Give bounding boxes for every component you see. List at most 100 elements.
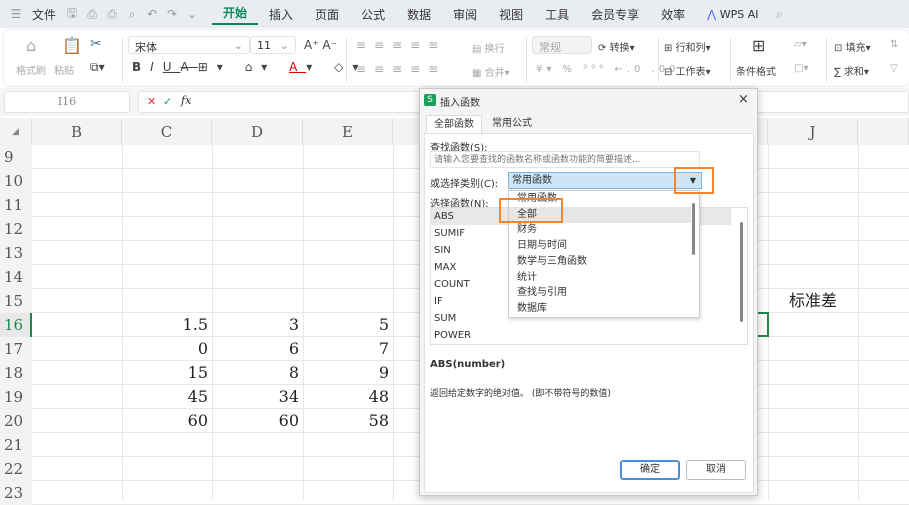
column-header-c[interactable]: C (122, 118, 212, 145)
cell-e20[interactable]: 58 (303, 409, 393, 433)
function-list-scrollbar[interactable] (740, 222, 743, 322)
cell-j15[interactable]: 标准差 (768, 289, 858, 313)
file-menu[interactable]: 文件 (26, 6, 62, 23)
cell-e16[interactable]: 5 (303, 313, 393, 337)
save-icon[interactable]: 🖫 (62, 4, 82, 25)
preview-icon[interactable]: ⌕ (122, 7, 142, 22)
category-option[interactable]: 日期与时间 (509, 238, 691, 254)
format-painter-button[interactable]: 格式刷 (16, 62, 46, 77)
category-option[interactable]: 数据库 (509, 301, 691, 317)
row-header-23[interactable]: 23 (0, 481, 32, 505)
worksheet-button[interactable]: ⊟ 工作表▾ (664, 63, 711, 78)
font-style-buttons[interactable]: BIUA⊞▾ ⌂▾ A▾ ◇▾ (132, 60, 367, 74)
cond-format-icon[interactable]: ⊞ (752, 36, 765, 55)
cell-d19[interactable]: 34 (212, 385, 303, 409)
paste-icon[interactable]: 📋 (62, 36, 82, 55)
category-option[interactable]: 查找与引用 (509, 285, 691, 301)
cell-d17[interactable]: 6 (212, 337, 303, 361)
row-header-13[interactable]: 13 (0, 241, 32, 265)
function-item[interactable]: POWER (431, 327, 731, 344)
convert-button[interactable]: ⟳ 转换▾ (598, 39, 635, 54)
cell-style-icon[interactable]: ▱▾ (794, 39, 807, 50)
cancel-icon[interactable]: ✕ (147, 95, 156, 108)
cut-icon[interactable]: ✂ (90, 36, 102, 52)
cell-d18[interactable]: 8 (212, 361, 303, 385)
rows-cols-button[interactable]: ⊞ 行和列▾ (664, 39, 711, 54)
filter-icon[interactable]: ▽ (890, 63, 898, 74)
cell-e19[interactable]: 48 (303, 385, 393, 409)
column-header-k[interactable] (858, 118, 909, 145)
row-header-21[interactable]: 21 (0, 433, 32, 457)
export-icon[interactable]: ⎙ (82, 7, 102, 22)
row-header-9[interactable]: 9 (0, 145, 32, 169)
cell-c19[interactable]: 45 (122, 385, 212, 409)
cell-d20[interactable]: 60 (212, 409, 303, 433)
align-icons-2[interactable]: ≡≡≡≡≡ (356, 62, 446, 76)
tab-home[interactable]: 开始 (212, 4, 259, 25)
cell-c20[interactable]: 60 (122, 409, 212, 433)
row-header-14[interactable]: 14 (0, 265, 32, 289)
fx-icon[interactable]: fx (181, 94, 191, 107)
close-icon[interactable]: × (738, 92, 749, 107)
font-size-select[interactable]: 11 ⌄ (250, 36, 296, 54)
row-header-19[interactable]: 19 (0, 385, 32, 409)
wrap-button[interactable]: ▤ 换行 (472, 40, 505, 55)
format-painter-icon[interactable]: ⌂ (26, 36, 36, 55)
fill-button[interactable]: ⊡ 填充▾ (834, 39, 871, 54)
row-header-16[interactable]: 16 (0, 313, 32, 337)
print-icon[interactable]: ⎙ (102, 7, 122, 22)
number-format-select[interactable]: 常规 (532, 36, 592, 54)
row-header-18[interactable]: 18 (0, 361, 32, 385)
undo-icon[interactable]: ↶ (142, 7, 162, 21)
cell-c18[interactable]: 15 (122, 361, 212, 385)
redo-icon[interactable]: ↷ (162, 7, 182, 21)
cell-d16[interactable]: 3 (212, 313, 303, 337)
font-color-icon[interactable]: A (289, 60, 306, 74)
category-select[interactable]: 常用函数 ▼ (508, 172, 702, 189)
row-header-20[interactable]: 20 (0, 409, 32, 433)
row-header-12[interactable]: 12 (0, 217, 32, 241)
tab-member[interactable]: 会员专享 (580, 6, 650, 23)
category-option[interactable]: 财务 (509, 222, 691, 238)
align-icons[interactable]: ≡≡≡≡≡ (356, 38, 446, 52)
row-header-11[interactable]: 11 (0, 193, 32, 217)
category-option[interactable]: 数学与三角函数 (509, 254, 691, 270)
column-header-j[interactable]: J (768, 118, 858, 145)
sort-icon[interactable]: ⇅ (890, 39, 898, 50)
tab-view[interactable]: 视图 (488, 6, 534, 23)
border-icon[interactable]: □▾ (794, 63, 808, 74)
cell-c16[interactable]: 1.5 (122, 313, 212, 337)
tab-efficiency[interactable]: 效率 (650, 6, 696, 23)
tab-all-functions[interactable]: 全部函数 (426, 115, 482, 133)
tab-formula[interactable]: 公式 (350, 6, 396, 23)
select-all-corner[interactable]: ◢ (0, 118, 32, 145)
wps-ai-button[interactable]: ⋀ WPS AI (696, 8, 769, 21)
cell-e17[interactable]: 7 (303, 337, 393, 361)
column-header-e[interactable]: E (303, 118, 393, 145)
hamburger-icon[interactable]: ☰ (6, 7, 26, 21)
merge-button[interactable]: ▦ 合并▾ (472, 64, 510, 79)
confirm-icon[interactable]: ✓ (163, 95, 172, 108)
copy-icon[interactable]: ⧉▾ (90, 60, 105, 75)
tab-page[interactable]: 页面 (304, 6, 350, 23)
tab-tools[interactable]: 工具 (534, 6, 580, 23)
column-header-d[interactable]: D (212, 118, 303, 145)
cell-c17[interactable]: 0 (122, 337, 212, 361)
row-header-15[interactable]: 15 (0, 289, 32, 313)
name-box[interactable]: I16 (4, 91, 130, 113)
row-header-10[interactable]: 10 (0, 169, 32, 193)
search-icon[interactable]: ⌕ (769, 7, 789, 22)
tab-insert[interactable]: 插入 (258, 6, 304, 23)
sum-button[interactable]: ∑ 求和▾ (834, 63, 869, 78)
tab-data[interactable]: 数据 (396, 6, 442, 23)
tab-review[interactable]: 审阅 (442, 6, 488, 23)
increase-font-icon[interactable]: A⁺ A⁻ (304, 38, 337, 52)
cell-e18[interactable]: 9 (303, 361, 393, 385)
column-header-b[interactable]: B (32, 118, 122, 145)
row-header-17[interactable]: 17 (0, 337, 32, 361)
dropdown-scrollbar[interactable] (692, 203, 695, 255)
ok-button[interactable]: 确定 (620, 460, 680, 480)
search-input[interactable] (430, 151, 700, 168)
row-header-22[interactable]: 22 (0, 457, 32, 481)
chevron-down-icon[interactable]: ⌄ (182, 7, 202, 21)
